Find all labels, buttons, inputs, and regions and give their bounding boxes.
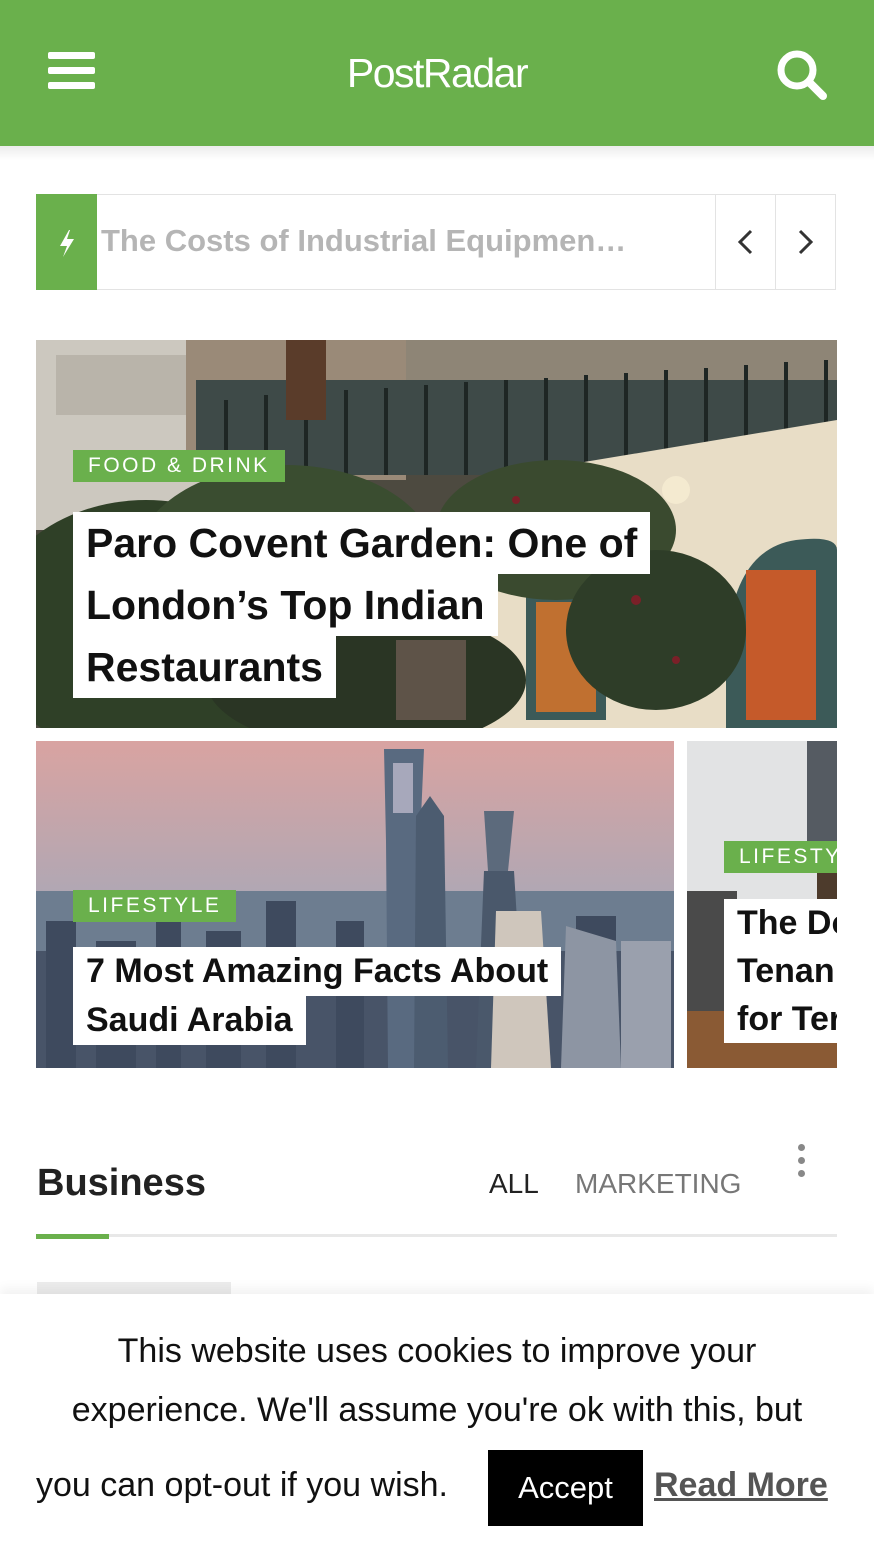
filter-tab-marketing[interactable]: MARKETING [575,1168,741,1200]
featured-post-card[interactable]: FOOD & DRINK Paro Covent Garden: One of … [36,340,837,728]
cookie-message-line: This website uses cookies to improve you… [117,1332,757,1370]
accept-cookies-button[interactable]: Accept [488,1450,643,1526]
title-line: Restaurants [73,636,336,698]
section-divider [36,1234,837,1237]
ticker-headline[interactable]: The Costs of Industrial Equipmen… [101,223,646,259]
section-title: Business [37,1162,206,1204]
category-badge[interactable]: LIFESTYLE [724,841,837,873]
title-line: for Ter [724,995,837,1043]
cookie-banner: This website uses cookies to improve you… [0,1294,874,1555]
read-more-link[interactable]: Read More [654,1466,828,1505]
site-header: PostRadar [0,0,874,146]
header-shadow [0,146,874,160]
ticker-next-button[interactable] [775,195,836,289]
title-line: Saudi Arabia [73,996,306,1045]
slider-post-card[interactable]: LIFESTYLE 7 Most Amazing Facts About Sau… [36,741,674,1068]
more-vertical-icon[interactable] [796,1144,808,1180]
filter-tab-all[interactable]: ALL [489,1168,539,1200]
lightning-bolt-icon [36,194,97,290]
slider-post-card[interactable]: LIFESTYLE The Do Tenan for Ter [687,741,837,1068]
title-line: London’s Top Indian [73,574,498,636]
slider-post-title[interactable]: 7 Most Amazing Facts About Saudi Arabia [73,947,562,1045]
title-line: Paro Covent Garden: One of [73,512,651,574]
title-line: 7 Most Amazing Facts About [73,947,562,996]
title-line: Tenan [724,947,837,995]
category-badge[interactable]: FOOD & DRINK [73,450,285,482]
cookie-message-line: you can opt-out if you wish. [36,1466,449,1504]
slider-post-title[interactable]: The Do Tenan for Ter [724,899,837,1043]
title-line: The Do [724,899,837,947]
chevron-right-icon [798,229,814,255]
category-badge[interactable]: LIFESTYLE [73,890,237,922]
search-icon[interactable] [774,46,830,102]
featured-post-title[interactable]: Paro Covent Garden: One of London’s Top … [73,512,651,698]
section-divider-accent [36,1234,109,1239]
news-ticker: The Costs of Industrial Equipmen… [36,194,836,290]
chevron-left-icon [737,229,753,255]
cookie-message-line: experience. We'll assume you're ok with … [71,1391,803,1429]
ticker-prev-button[interactable] [715,195,776,289]
site-logo[interactable]: PostRadar [0,50,874,97]
